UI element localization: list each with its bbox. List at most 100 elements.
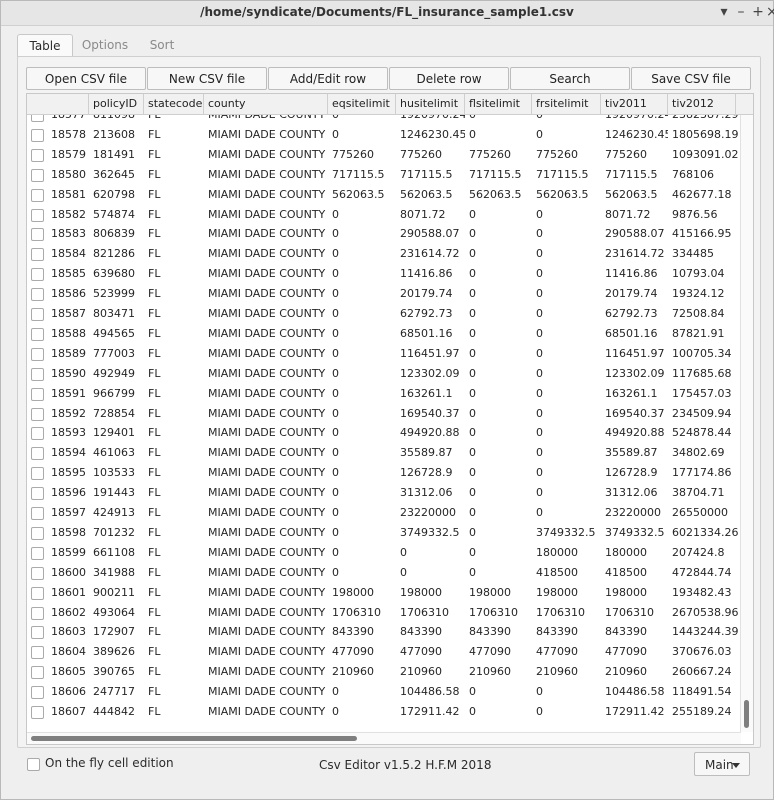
eqsitelimit-cell[interactable]: 0 bbox=[328, 284, 396, 304]
statecode-cell[interactable]: FL bbox=[144, 324, 204, 344]
row-number[interactable]: 18596 bbox=[47, 483, 89, 503]
husitelimit-cell[interactable]: 8071.72 bbox=[396, 205, 465, 225]
husitelimit-cell[interactable]: 104486.58 bbox=[396, 682, 465, 702]
row-number[interactable]: 18589 bbox=[47, 344, 89, 364]
table-row[interactable]: 18584 821286 FL MIAMI DADE COUNTY 0 231614.72… bbox=[27, 244, 739, 264]
table-row[interactable]: 18594 461063 FL MIAMI DADE COUNTY 0 35589.87 0… bbox=[27, 443, 739, 463]
add-edit-row-button[interactable]: Add/Edit row bbox=[268, 67, 388, 90]
table-row[interactable]: 18597 424913 FL MIAMI DADE COUNTY 0 23220000 0… bbox=[27, 503, 739, 523]
statecode-cell[interactable]: FL bbox=[144, 563, 204, 583]
tiv2011-cell[interactable]: 3749332.5 bbox=[601, 523, 668, 543]
flsitelimit-cell[interactable]: 210960 bbox=[465, 662, 532, 682]
table-row[interactable]: 18606 247717 FL MIAMI DADE COUNTY 0 104486.58… bbox=[27, 682, 739, 702]
frsitelimit-cell[interactable]: 418500 bbox=[532, 563, 601, 583]
eqsitelimit-cell[interactable]: 843390 bbox=[328, 622, 396, 642]
county-cell[interactable]: MIAMI DADE COUNTY bbox=[204, 622, 328, 642]
husitelimit-cell[interactable]: 123302.09 bbox=[396, 364, 465, 384]
column-header-tiv2012[interactable]: tiv2012 bbox=[668, 94, 736, 114]
row-number[interactable]: 18601 bbox=[47, 583, 89, 603]
policyid-cell[interactable]: 181491 bbox=[89, 145, 144, 165]
row-number[interactable]: 18606 bbox=[47, 682, 89, 702]
tiv2012-cell[interactable]: 1093091.02 bbox=[668, 145, 739, 165]
statecode-cell[interactable]: FL bbox=[144, 603, 204, 623]
table-row[interactable]: 18581 620798 FL MIAMI DADE COUNTY 562063.5 56… bbox=[27, 185, 739, 205]
table-row[interactable]: 18588 494565 FL MIAMI DADE COUNTY 0 68501.16 0… bbox=[27, 324, 739, 344]
tiv2012-cell[interactable]: 175457.03 bbox=[668, 384, 739, 404]
county-cell[interactable]: MIAMI DADE COUNTY bbox=[204, 603, 328, 623]
eqsitelimit-cell[interactable]: 0 bbox=[328, 264, 396, 284]
table-row[interactable]: 18592 728854 FL MIAMI DADE COUNTY 0 169540.37… bbox=[27, 404, 739, 424]
tiv2012-cell[interactable]: 72508.84 bbox=[668, 304, 739, 324]
husitelimit-cell[interactable]: 31312.06 bbox=[396, 483, 465, 503]
eqsitelimit-cell[interactable]: 0 bbox=[328, 543, 396, 563]
eqsitelimit-cell[interactable]: 0 bbox=[328, 344, 396, 364]
eqsitelimit-cell[interactable]: 0 bbox=[328, 443, 396, 463]
husitelimit-cell[interactable]: 775260 bbox=[396, 145, 465, 165]
policyid-cell[interactable]: 620798 bbox=[89, 185, 144, 205]
table-row[interactable]: 18607 444842 FL MIAMI DADE COUNTY 0 172911.42… bbox=[27, 702, 739, 719]
statecode-cell[interactable]: FL bbox=[144, 264, 204, 284]
frsitelimit-cell[interactable]: 0 bbox=[532, 264, 601, 284]
county-cell[interactable]: MIAMI DADE COUNTY bbox=[204, 483, 328, 503]
flsitelimit-cell[interactable]: 0 bbox=[465, 543, 532, 563]
column-header-statecode[interactable]: statecode bbox=[144, 94, 204, 114]
frsitelimit-cell[interactable]: 717115.5 bbox=[532, 165, 601, 185]
frsitelimit-cell[interactable]: 0 bbox=[532, 384, 601, 404]
table-row[interactable]: 18599 661108 FL MIAMI DADE COUNTY 0 0 0 180000 1… bbox=[27, 543, 739, 563]
tiv2011-cell[interactable]: 198000 bbox=[601, 583, 668, 603]
on-the-fly-edit-checkbox[interactable] bbox=[27, 758, 40, 771]
row-number[interactable]: 18583 bbox=[47, 224, 89, 244]
flsitelimit-cell[interactable]: 562063.5 bbox=[465, 185, 532, 205]
row-checkbox[interactable] bbox=[31, 666, 44, 680]
statecode-cell[interactable]: FL bbox=[144, 483, 204, 503]
county-cell[interactable]: MIAMI DADE COUNTY bbox=[204, 642, 328, 662]
tab-sort[interactable]: Sort bbox=[139, 34, 185, 56]
eqsitelimit-cell[interactable]: 562063.5 bbox=[328, 185, 396, 205]
frsitelimit-cell[interactable]: 843390 bbox=[532, 622, 601, 642]
policyid-cell[interactable]: 493064 bbox=[89, 603, 144, 623]
row-checkbox[interactable] bbox=[31, 507, 44, 520]
frsitelimit-cell[interactable]: 0 bbox=[532, 304, 601, 324]
row-number[interactable]: 18591 bbox=[47, 384, 89, 404]
tiv2011-cell[interactable]: 562063.5 bbox=[601, 185, 668, 205]
policyid-cell[interactable]: 362645 bbox=[89, 165, 144, 185]
county-cell[interactable]: MIAMI DADE COUNTY bbox=[204, 404, 328, 424]
policyid-cell[interactable]: 247717 bbox=[89, 682, 144, 702]
table-row[interactable]: 18596 191443 FL MIAMI DADE COUNTY 0 31312.06 0… bbox=[27, 483, 739, 503]
county-cell[interactable]: MIAMI DADE COUNTY bbox=[204, 264, 328, 284]
tiv2012-cell[interactable]: 1805698.19 bbox=[668, 125, 739, 145]
row-checkbox[interactable] bbox=[31, 367, 44, 381]
flsitelimit-cell[interactable]: 0 bbox=[465, 523, 532, 543]
table-row[interactable]: 18579 181491 FL MIAMI DADE COUNTY 775260 7752… bbox=[27, 145, 739, 165]
flsitelimit-cell[interactable]: 1706310 bbox=[465, 603, 532, 623]
statecode-cell[interactable]: FL bbox=[144, 304, 204, 324]
row-checkbox[interactable] bbox=[31, 115, 44, 122]
tiv2011-cell[interactable]: 180000 bbox=[601, 543, 668, 563]
flsitelimit-cell[interactable]: 0 bbox=[465, 563, 532, 583]
policyid-cell[interactable]: 213608 bbox=[89, 125, 144, 145]
column-header-eqsitelimit[interactable]: eqsitelimit bbox=[328, 94, 396, 114]
tiv2011-cell[interactable]: 172911.42 bbox=[601, 702, 668, 719]
tiv2012-cell[interactable]: 334485 bbox=[668, 244, 739, 264]
county-cell[interactable]: MIAMI DADE COUNTY bbox=[204, 165, 328, 185]
husitelimit-cell[interactable]: 210960 bbox=[396, 662, 465, 682]
county-cell[interactable]: MIAMI DADE COUNTY bbox=[204, 145, 328, 165]
eqsitelimit-cell[interactable]: 0 bbox=[328, 205, 396, 225]
row-checkbox[interactable] bbox=[31, 228, 44, 242]
row-checkbox[interactable] bbox=[31, 526, 44, 540]
husitelimit-cell[interactable]: 169540.37 bbox=[396, 404, 465, 424]
policyid-cell[interactable]: 821286 bbox=[89, 244, 144, 264]
table-row[interactable]: 18583 806839 FL MIAMI DADE COUNTY 0 290588.07… bbox=[27, 224, 739, 244]
policyid-cell[interactable]: 103533 bbox=[89, 463, 144, 483]
tiv2011-cell[interactable]: 31312.06 bbox=[601, 483, 668, 503]
eqsitelimit-cell[interactable]: 775260 bbox=[328, 145, 396, 165]
statecode-cell[interactable]: FL bbox=[144, 244, 204, 264]
eqsitelimit-cell[interactable]: 477090 bbox=[328, 642, 396, 662]
tiv2011-cell[interactable]: 290588.07 bbox=[601, 224, 668, 244]
tiv2012-cell[interactable]: 34802.69 bbox=[668, 443, 739, 463]
tiv2012-cell[interactable]: 100705.34 bbox=[668, 344, 739, 364]
eqsitelimit-cell[interactable]: 0 bbox=[328, 563, 396, 583]
row-checkbox[interactable] bbox=[31, 407, 44, 421]
flsitelimit-cell[interactable]: 0 bbox=[465, 702, 532, 719]
table-row[interactable]: 18578 213608 FL MIAMI DADE COUNTY 0 1246230.4… bbox=[27, 125, 739, 145]
